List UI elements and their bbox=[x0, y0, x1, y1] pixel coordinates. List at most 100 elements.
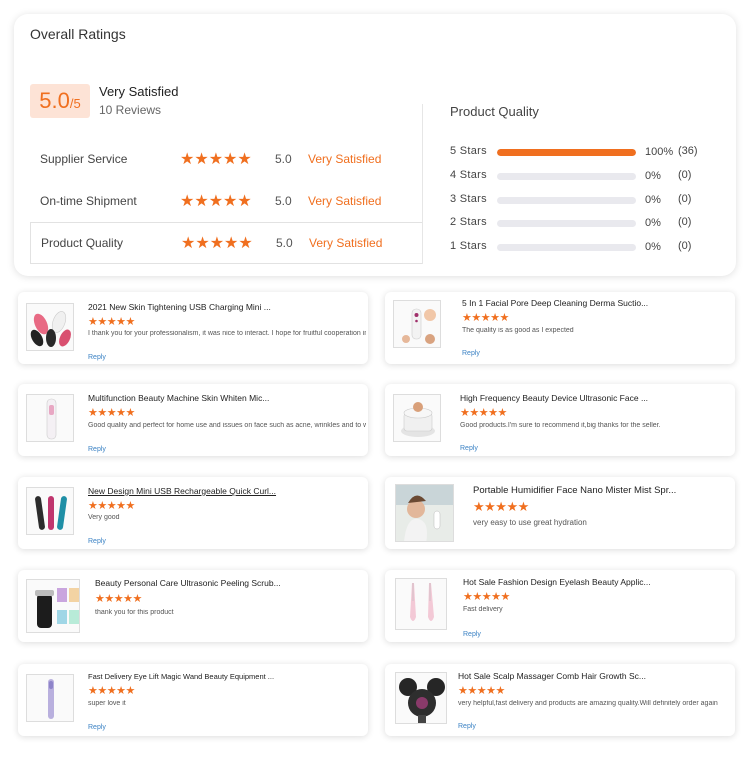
distribution-count: (0) bbox=[678, 169, 692, 181]
review-text: Good quality and perfect for home use an… bbox=[88, 422, 366, 429]
review-card[interactable]: 2021 New Skin Tightening USB Charging Mi… bbox=[18, 292, 368, 364]
review-star-rating: ★★★★★ bbox=[463, 591, 510, 603]
product-thumbnail[interactable] bbox=[393, 394, 441, 442]
review-text: I thank you for your professionalism, it… bbox=[88, 330, 366, 337]
rating-description: Very Satisfied bbox=[309, 236, 383, 250]
rating-label: Product Quality bbox=[41, 236, 124, 250]
panel-divider bbox=[422, 104, 423, 264]
star-distribution-row: 1 Stars 0% (0) bbox=[450, 239, 720, 255]
review-count: 10 Reviews bbox=[99, 103, 162, 117]
rating-score: 5.0 bbox=[275, 194, 292, 208]
product-thumbnail[interactable] bbox=[26, 303, 74, 351]
review-star-rating: ★★★★★ bbox=[88, 316, 135, 328]
product-thumbnail[interactable] bbox=[395, 484, 454, 542]
product-thumbnail[interactable] bbox=[395, 578, 447, 630]
distribution-bar bbox=[497, 244, 636, 251]
review-text: super love it bbox=[88, 700, 126, 707]
review-star-rating: ★★★★★ bbox=[460, 407, 507, 419]
product-thumbnail[interactable] bbox=[26, 674, 74, 722]
review-card[interactable]: 5 In 1 Facial Pore Deep Cleaning Derma S… bbox=[385, 292, 735, 364]
overall-score-denominator: /5 bbox=[69, 96, 81, 111]
rating-score: 5.0 bbox=[276, 236, 293, 250]
product-thumbnail[interactable] bbox=[393, 300, 441, 348]
product-title[interactable]: New Design Mini USB Rechargeable Quick C… bbox=[88, 486, 276, 496]
star-level-label: 3 Stars bbox=[450, 193, 487, 205]
review-star-rating: ★★★★★ bbox=[88, 685, 135, 697]
product-title[interactable]: Beauty Personal Care Ultrasonic Peeling … bbox=[95, 578, 281, 588]
review-star-rating: ★★★★★ bbox=[462, 312, 509, 324]
product-thumbnail[interactable] bbox=[395, 672, 447, 724]
star-distribution-row: 4 Stars 0% (0) bbox=[450, 168, 720, 184]
distribution-bar bbox=[497, 220, 636, 227]
distribution-count: (0) bbox=[678, 193, 692, 205]
star-level-label: 4 Stars bbox=[450, 169, 487, 181]
rating-row-supplier-service[interactable]: Supplier Service ★★★★★ 5.0 Very Satisfie… bbox=[30, 138, 422, 180]
star-rating-icon: ★★★★★ bbox=[181, 235, 253, 252]
reply-link[interactable]: Reply bbox=[460, 445, 478, 452]
review-card[interactable]: High Frequency Beauty Device Ultrasonic … bbox=[385, 384, 735, 456]
product-title[interactable]: Hot Sale Fashion Design Eyelash Beauty A… bbox=[463, 577, 651, 587]
reply-link[interactable]: Reply bbox=[462, 350, 480, 357]
rating-row-product-quality[interactable]: Product Quality ★★★★★ 5.0 Very Satisfied bbox=[30, 222, 422, 264]
reply-link[interactable]: Reply bbox=[88, 724, 106, 731]
review-card[interactable]: Portable Humidifier Face Nano Mister Mis… bbox=[385, 477, 735, 549]
reply-link[interactable]: Reply bbox=[88, 354, 106, 361]
product-title[interactable]: 5 In 1 Facial Pore Deep Cleaning Derma S… bbox=[462, 298, 648, 308]
rating-description: Very Satisfied bbox=[308, 194, 382, 208]
review-text: very helpful,fast delivery and products … bbox=[458, 700, 718, 707]
reply-link[interactable]: Reply bbox=[88, 538, 106, 545]
review-card[interactable]: Beauty Personal Care Ultrasonic Peeling … bbox=[18, 570, 368, 642]
product-title[interactable]: Multifunction Beauty Machine Skin Whiten… bbox=[88, 393, 269, 403]
distribution-percent: 0% bbox=[645, 217, 661, 229]
product-title[interactable]: 2021 New Skin Tightening USB Charging Mi… bbox=[88, 302, 271, 312]
review-text: Good products.I'm sure to recommend it,b… bbox=[460, 422, 661, 429]
product-title[interactable]: Hot Sale Scalp Massager Comb Hair Growth… bbox=[458, 671, 646, 681]
review-star-rating: ★★★★★ bbox=[473, 499, 529, 514]
overall-score-badge: 5.0 /5 bbox=[30, 84, 90, 118]
reply-link[interactable]: Reply bbox=[88, 446, 106, 453]
review-text: very easy to use great hydration bbox=[473, 518, 587, 527]
star-distribution-row: 3 Stars 0% (0) bbox=[450, 192, 720, 208]
product-title[interactable]: Fast Delivery Eye Lift Magic Wand Beauty… bbox=[88, 672, 274, 681]
product-thumbnail[interactable] bbox=[26, 579, 80, 633]
review-text: thank you for this product bbox=[95, 609, 174, 616]
review-card[interactable]: Multifunction Beauty Machine Skin Whiten… bbox=[18, 384, 368, 456]
star-level-label: 1 Stars bbox=[450, 240, 487, 252]
review-text: Fast delivery bbox=[463, 606, 503, 613]
distribution-count: (36) bbox=[678, 145, 698, 157]
product-title[interactable]: High Frequency Beauty Device Ultrasonic … bbox=[460, 393, 648, 403]
product-thumbnail[interactable] bbox=[26, 394, 74, 442]
distribution-percent: 0% bbox=[645, 194, 661, 206]
star-level-label: 2 Stars bbox=[450, 216, 487, 228]
star-level-label: 5 Stars bbox=[450, 145, 487, 157]
star-distribution-row: 2 Stars 0% (0) bbox=[450, 215, 720, 231]
review-star-rating: ★★★★★ bbox=[458, 685, 505, 697]
distribution-count: (0) bbox=[678, 240, 692, 252]
reply-link[interactable]: Reply bbox=[458, 723, 476, 730]
panel-title: Overall Ratings bbox=[30, 26, 126, 42]
review-text: The quality is as good as I expected bbox=[462, 327, 574, 334]
distribution-percent: 0% bbox=[645, 241, 661, 253]
review-card[interactable]: New Design Mini USB Rechargeable Quick C… bbox=[18, 477, 368, 549]
reply-link[interactable]: Reply bbox=[463, 631, 481, 638]
overall-summary-label: Very Satisfied bbox=[99, 84, 179, 99]
review-card[interactable]: Hot Sale Fashion Design Eyelash Beauty A… bbox=[385, 570, 735, 642]
product-title[interactable]: Portable Humidifier Face Nano Mister Mis… bbox=[473, 485, 676, 496]
distribution-bar bbox=[497, 149, 636, 156]
product-quality-title: Product Quality bbox=[450, 104, 539, 119]
star-distribution-row: 5 Stars 100% (36) bbox=[450, 144, 720, 160]
review-card[interactable]: Fast Delivery Eye Lift Magic Wand Beauty… bbox=[18, 664, 368, 736]
rating-label: On-time Shipment bbox=[40, 194, 137, 208]
distribution-bar bbox=[497, 197, 636, 204]
product-thumbnail[interactable] bbox=[26, 487, 74, 535]
rating-row-on-time-shipment[interactable]: On-time Shipment ★★★★★ 5.0 Very Satisfie… bbox=[30, 180, 422, 222]
rating-description: Very Satisfied bbox=[308, 152, 382, 166]
distribution-percent: 100% bbox=[645, 146, 674, 158]
review-star-rating: ★★★★★ bbox=[95, 593, 142, 605]
review-card[interactable]: Hot Sale Scalp Massager Comb Hair Growth… bbox=[385, 664, 735, 736]
distribution-count: (0) bbox=[678, 216, 692, 228]
rating-score: 5.0 bbox=[275, 152, 292, 166]
star-rating-icon: ★★★★★ bbox=[180, 193, 252, 210]
star-rating-icon: ★★★★★ bbox=[180, 151, 252, 168]
overall-ratings-panel: Overall Ratings 5.0 /5 Very Satisfied 10… bbox=[14, 14, 736, 276]
